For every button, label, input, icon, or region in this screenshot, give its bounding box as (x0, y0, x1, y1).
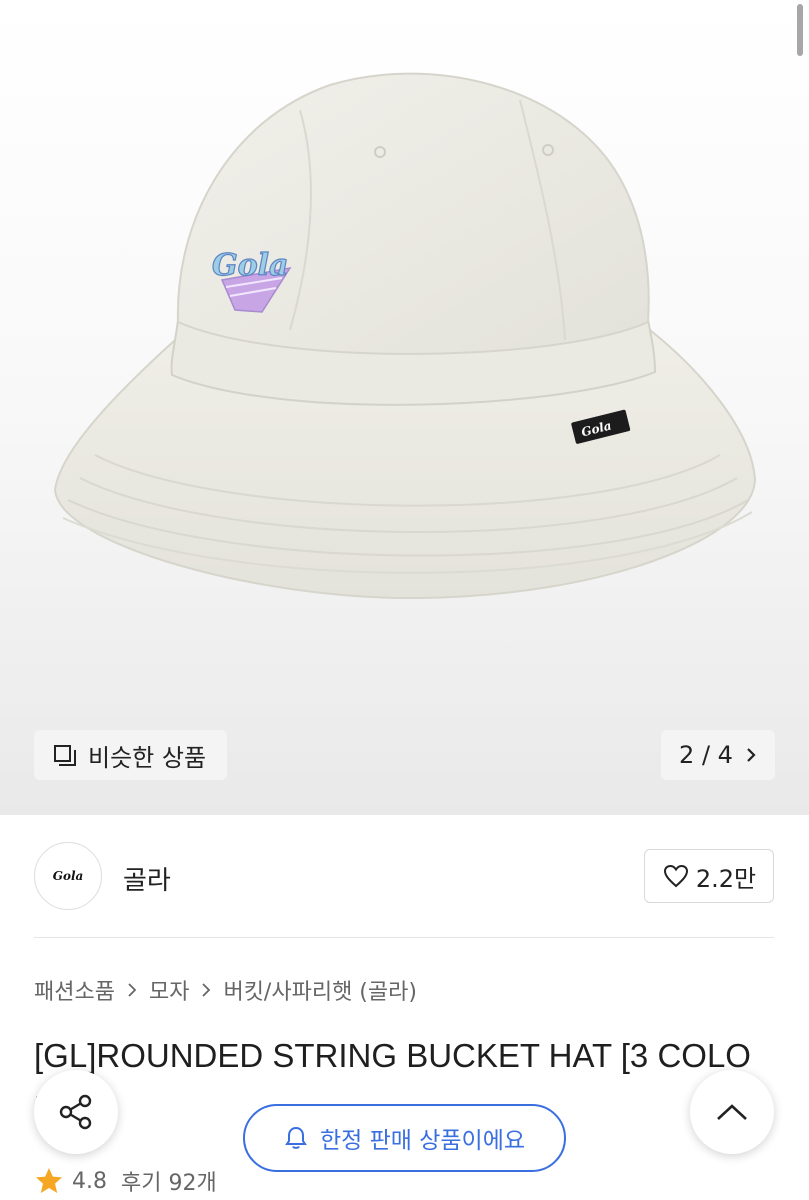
breadcrumb-item[interactable]: 패션소품 (34, 974, 115, 1006)
breadcrumb: 패션소품 모자 버킷/사파리햇 (골라) (34, 974, 417, 1006)
scroll-to-top-button[interactable] (690, 1070, 774, 1154)
svg-text:Gola: Gola (212, 248, 288, 283)
similar-items-button[interactable]: 비슷한 상품 (34, 730, 227, 780)
limited-sale-banner[interactable]: 한정 판매 상품이에요 (243, 1104, 566, 1172)
rating-score: 4.8 (72, 1168, 107, 1194)
like-count: 2.2만 (695, 864, 757, 893)
breadcrumb-item[interactable]: 버킷/사파리햇 (골라) (223, 974, 417, 1006)
star-icon (36, 1168, 62, 1193)
review-count[interactable]: 후기 92개 (121, 1165, 217, 1197)
heart-icon (663, 864, 688, 888)
brand-row: Gola 골라 2.2만 (34, 842, 774, 910)
image-page-indicator[interactable]: 2 / 4 (661, 730, 775, 780)
share-icon (59, 1094, 92, 1130)
breadcrumb-item[interactable]: 모자 (149, 974, 189, 1006)
page-scrollbar[interactable] (797, 4, 803, 56)
rating-row[interactable]: 4.8 후기 92개 (34, 1165, 217, 1197)
bell-icon (285, 1126, 307, 1149)
similar-items-label: 비슷한 상품 (88, 743, 207, 772)
chevron-right-icon (202, 983, 211, 997)
chevron-right-icon (128, 983, 137, 997)
like-button[interactable]: 2.2만 (644, 849, 774, 903)
divider (34, 937, 774, 938)
product-image-carousel[interactable]: Gola Gola 비슷한 상품 2 / 4 (0, 0, 809, 815)
brand-logo[interactable]: Gola (34, 842, 102, 910)
brand-name[interactable]: 골라 (123, 860, 171, 897)
brand-logo-text: Gola (52, 869, 84, 883)
share-button[interactable] (34, 1070, 118, 1154)
chevron-right-icon (747, 748, 756, 762)
similar-items-icon (54, 745, 76, 766)
chevron-up-icon (717, 1104, 747, 1120)
page-indicator-text: 2 / 4 (679, 741, 733, 769)
product-image: Gola Gola (53, 72, 757, 600)
limited-sale-label: 한정 판매 상품이에요 (319, 1128, 526, 1154)
